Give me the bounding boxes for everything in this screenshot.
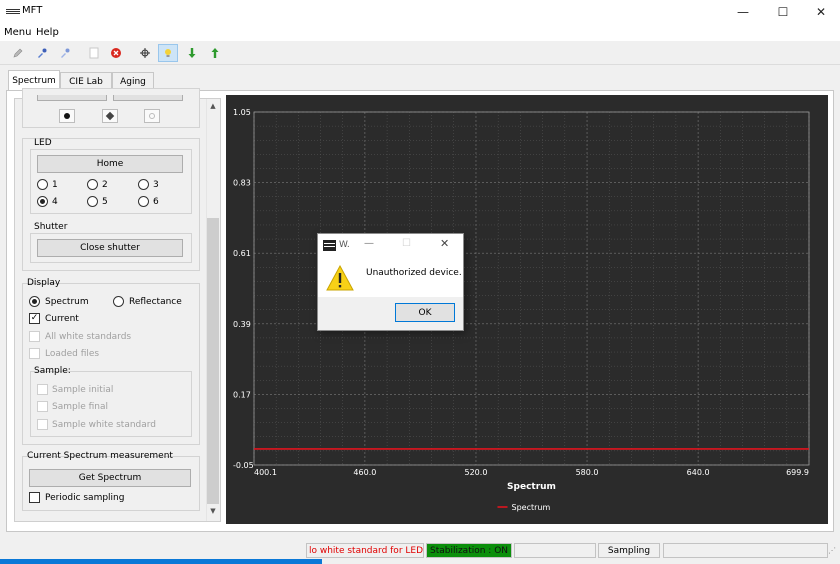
stop-icon[interactable] <box>106 44 126 62</box>
ok-button[interactable]: OK <box>395 303 455 322</box>
eraser-icon[interactable] <box>102 109 118 123</box>
display-group-title: Display <box>27 278 61 288</box>
empty-status-field <box>514 543 596 558</box>
arrow-up-icon[interactable] <box>205 44 225 62</box>
x-tick-label: 460.0 <box>353 468 376 477</box>
warning-icon <box>326 265 354 291</box>
led-radio-label: 5 <box>102 197 108 207</box>
cut-off-button[interactable] <box>37 95 107 101</box>
cut-off-button[interactable] <box>113 95 183 101</box>
loaded-files-label: Loaded files <box>45 349 100 359</box>
led-radio-label: 2 <box>102 180 108 190</box>
arrow-down-icon[interactable] <box>182 44 202 62</box>
lightbulb-icon[interactable] <box>158 44 178 62</box>
led-radio-3[interactable] <box>138 179 149 190</box>
dialog-message: Unauthorized device. <box>366 268 462 278</box>
spectrum-radio-label: Spectrum <box>45 297 89 307</box>
dialog-app-icon <box>323 240 336 251</box>
y-tick-label: 0.39 <box>233 320 251 329</box>
y-tick-label: 1.05 <box>233 108 251 117</box>
x-tick-label: 580.0 <box>576 468 599 477</box>
pipette-icon[interactable] <box>32 44 52 62</box>
scroll-down-icon[interactable]: ▼ <box>207 507 219 517</box>
blank-page-icon[interactable] <box>84 44 104 62</box>
empty-status-field <box>663 543 828 558</box>
measurement-group-title: Current Spectrum measurement <box>27 451 173 461</box>
close-button[interactable]: ✕ <box>798 0 840 24</box>
get-spectrum-button[interactable]: Get Spectrum <box>29 469 191 487</box>
legend-label: Spectrum <box>512 503 551 512</box>
led-radio-label: 4 <box>52 197 58 207</box>
white-standard-status: lo white standard for LED 4 <box>306 543 424 558</box>
x-tick-label: 520.0 <box>465 468 488 477</box>
spectrum-radio[interactable] <box>29 296 40 307</box>
y-tick-label: 0.83 <box>233 179 251 188</box>
shutter-group-title: Shutter <box>34 222 68 232</box>
stabilization-status: Stabilization : ON <box>426 543 512 558</box>
led-radio-1[interactable] <box>37 179 48 190</box>
sample-white-standard-label: Sample white standard <box>52 420 157 430</box>
led-group-title: LED <box>34 138 52 148</box>
reflectance-radio[interactable] <box>113 296 124 307</box>
x-axis-label: Spectrum <box>507 482 556 492</box>
resize-grip-icon[interactable]: ⋰ <box>828 546 836 555</box>
current-checkbox-label: Current <box>45 314 79 324</box>
periodic-sampling-label: Periodic sampling <box>45 493 125 503</box>
periodic-sampling-checkbox[interactable] <box>29 492 40 503</box>
window-title: MFT <box>22 5 43 16</box>
dialog-title: W. <box>339 240 350 250</box>
sample-initial-label: Sample initial <box>52 385 114 395</box>
led-radio-label: 6 <box>153 197 159 207</box>
dialog-maximize-icon: ☐ <box>402 238 411 249</box>
x-tick-label: 640.0 <box>687 468 710 477</box>
empty-circle-icon[interactable] <box>144 109 160 123</box>
close-shutter-button[interactable]: Close shutter <box>37 239 183 257</box>
filled-circle-icon[interactable] <box>59 109 75 123</box>
home-button[interactable]: Home <box>37 155 183 173</box>
led-radio-2[interactable] <box>87 179 98 190</box>
all-white-standards-checkbox[interactable] <box>29 331 40 342</box>
led-radio-6[interactable] <box>138 196 149 207</box>
sample-initial-checkbox[interactable] <box>37 384 48 395</box>
title-bar <box>0 0 840 24</box>
led-radio-5[interactable] <box>87 196 98 207</box>
sampling-status: Sampling <box>598 543 660 558</box>
sample-group-title: Sample: <box>34 366 71 376</box>
scrollbar-thumb[interactable] <box>207 218 219 504</box>
loaded-files-checkbox[interactable] <box>29 348 40 359</box>
crosshair-icon[interactable] <box>135 44 155 62</box>
sample-white-standard-checkbox[interactable] <box>37 419 48 430</box>
menu-bar <box>0 24 840 41</box>
y-tick-label: 0.61 <box>233 249 251 258</box>
app-icon <box>6 9 20 14</box>
sample-final-checkbox[interactable] <box>37 401 48 412</box>
reflectance-radio-label: Reflectance <box>129 297 182 307</box>
led-radio-label: 1 <box>52 180 58 190</box>
menu-menu[interactable]: Menu <box>4 27 31 38</box>
menu-help[interactable]: Help <box>36 27 59 38</box>
toolbar <box>0 41 840 65</box>
dialog-close-icon[interactable]: ✕ <box>440 237 449 250</box>
current-checkbox[interactable]: ✓ <box>29 313 40 324</box>
progress-bar <box>0 559 322 564</box>
x-tick-label: 400.1 <box>254 468 277 477</box>
led-radio-4[interactable] <box>37 196 48 207</box>
sample-final-label: Sample final <box>52 402 108 412</box>
x-tick-label: 699.9 <box>786 468 809 477</box>
all-white-standards-label: All white standards <box>45 332 132 342</box>
pencil-icon[interactable] <box>8 44 28 62</box>
y-tick-label: -0.05 <box>233 461 254 470</box>
dialog-minimize-icon[interactable]: — <box>364 238 374 249</box>
scroll-up-icon[interactable]: ▲ <box>207 102 219 112</box>
y-tick-label: 0.17 <box>233 390 251 399</box>
pipette-light-icon[interactable] <box>55 44 75 62</box>
led-radio-label: 3 <box>153 180 159 190</box>
